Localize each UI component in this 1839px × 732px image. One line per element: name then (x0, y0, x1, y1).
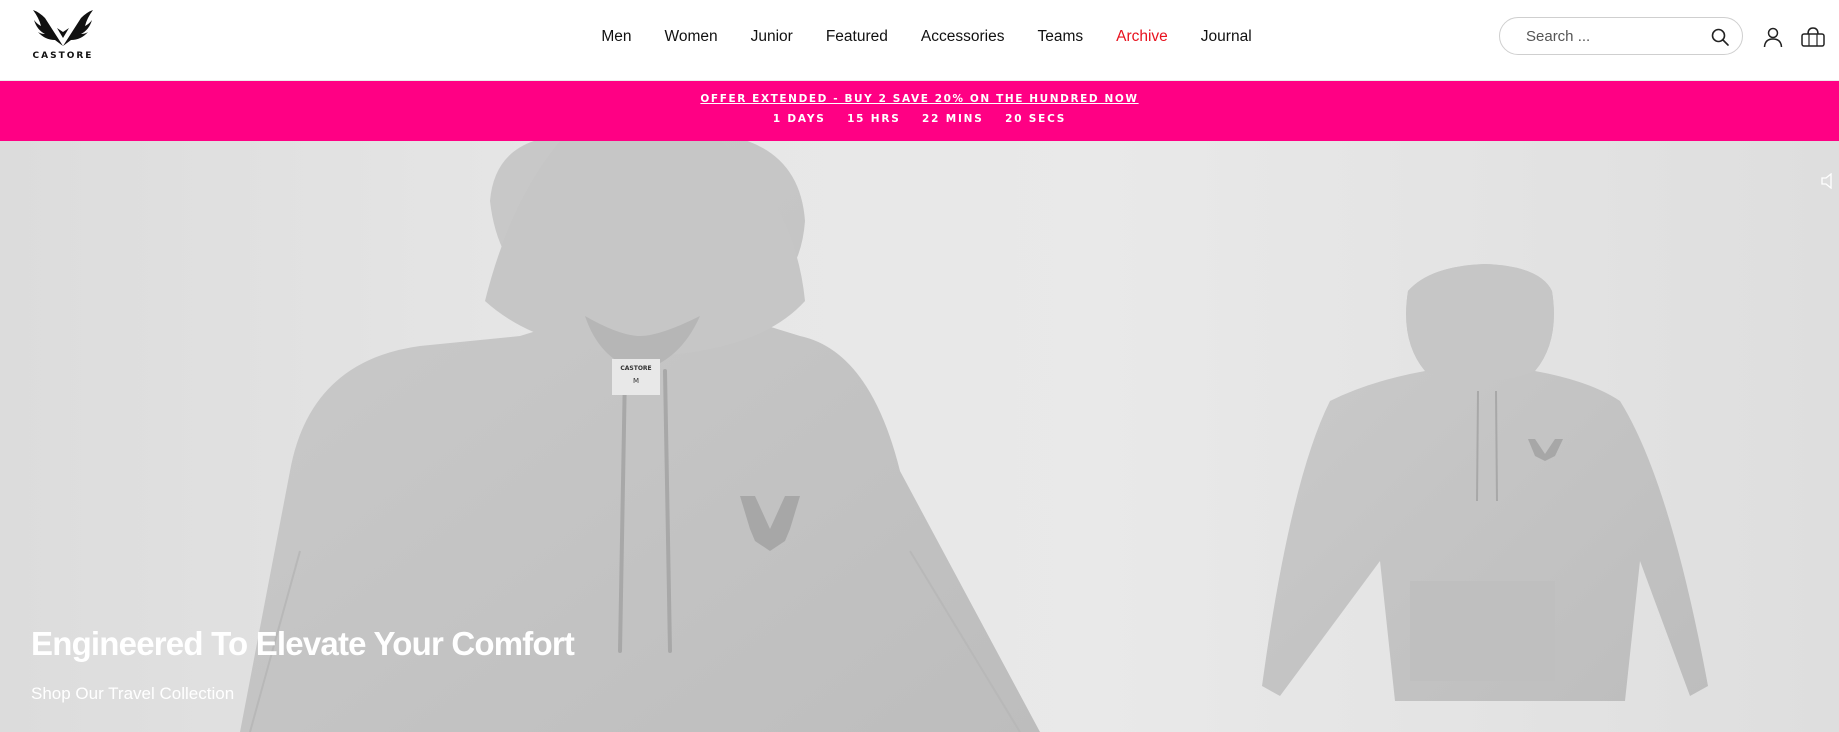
search-icon[interactable] (1710, 27, 1730, 47)
countdown-secs: 20 SECS (1005, 113, 1067, 125)
nav-item-archive[interactable]: Archive (1116, 28, 1168, 46)
hoodie-label-brand: CASTORE (620, 365, 651, 372)
mute-icon[interactable] (1820, 173, 1839, 189)
hero-title: Engineered To Elevate Your Comfort (31, 625, 575, 662)
small-hoodie (1262, 264, 1708, 701)
site-header: CASTORE Men Women Junior Featured Access… (0, 0, 1839, 81)
nav-item-men[interactable]: Men (601, 28, 631, 46)
search-input[interactable] (1524, 26, 1698, 46)
nav-item-journal[interactable]: Journal (1201, 28, 1252, 46)
bag-icon[interactable] (1800, 26, 1826, 48)
castore-wings-logo-icon (33, 10, 93, 46)
nav-item-featured[interactable]: Featured (826, 28, 888, 46)
promo-banner: OFFER EXTENDED - BUY 2 SAVE 20% ON THE H… (0, 81, 1839, 141)
countdown-mins: 22 MINS (922, 113, 984, 125)
promo-link[interactable]: OFFER EXTENDED - BUY 2 SAVE 20% ON THE H… (700, 93, 1138, 105)
search-box (1499, 17, 1743, 55)
nav-item-women[interactable]: Women (665, 28, 718, 46)
countdown-days: 1 DAYS (772, 113, 826, 125)
nav-item-teams[interactable]: Teams (1037, 28, 1083, 46)
castore-logo[interactable]: CASTORE (30, 8, 96, 64)
hero-cta-link[interactable]: Shop Our Travel Collection (31, 684, 234, 704)
hoodie-label-size: M (633, 377, 639, 385)
account-icon[interactable] (1762, 26, 1784, 48)
nav-item-accessories[interactable]: Accessories (921, 28, 1005, 46)
promo-countdown: 1 DAYS 15 HRS 22 MINS 20 SECS (0, 113, 1839, 125)
nav-item-junior[interactable]: Junior (751, 28, 793, 46)
hero-banner[interactable]: CASTORE M Engineered To Elevate Your Com… (0, 141, 1839, 732)
countdown-hours: 15 HRS (847, 113, 901, 125)
logo-text: CASTORE (32, 51, 94, 61)
